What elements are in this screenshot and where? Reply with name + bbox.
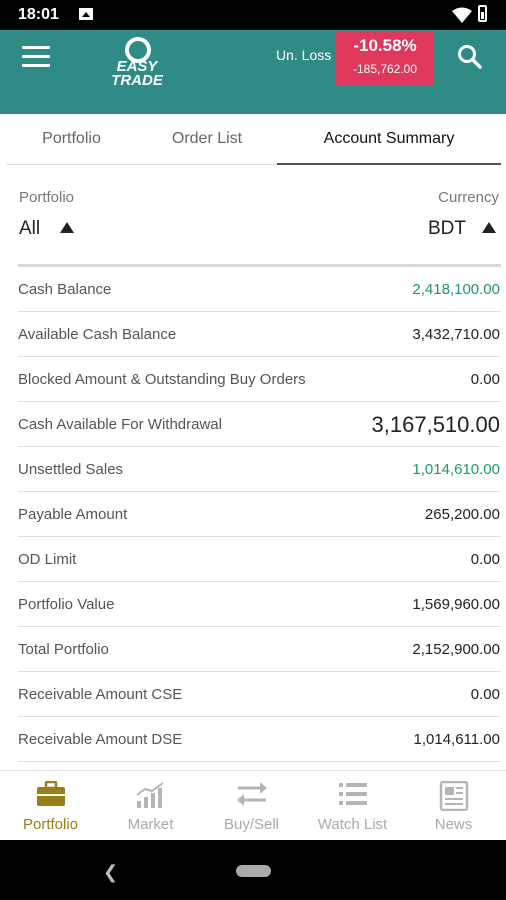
nav-label: Market [127,816,174,833]
summary-row-value: 1,014,610.00 [412,461,500,478]
summary-row: Unsettled Sales 1,014,610.00 [18,447,501,492]
loss-percent: -10.58% [353,36,417,55]
summary-row-value: 1,014,611.00 [413,731,500,748]
currency-filter-label: Currency [438,189,499,206]
search-icon[interactable] [457,44,483,70]
summary-row: Receivable Amount CSE 0.00 [18,672,501,717]
wifi-icon [452,7,472,23]
summary-row: Available Cash Balance 3,432,710.00 [18,312,501,357]
unrealized-loss-label: Un. Loss [276,47,332,63]
summary-row-value: 1,569,960.00 [412,596,500,613]
battery-icon [478,5,487,22]
app-bar: EASY TRADE Un. Loss -10.58% -185,762.00 [0,30,506,114]
summary-row-value: 2,418,100.00 [412,281,500,298]
swap-arrows-icon [236,782,267,806]
summary-row-label: Receivable Amount CSE [18,686,183,703]
portfolio-dropdown-arrow-icon[interactable] [60,222,74,233]
nav-news[interactable]: News [403,771,504,841]
summary-row-value: 0.00 [470,686,500,703]
summary-row-label: Blocked Amount & Outstanding Buy Orders [18,371,306,388]
clock: 18:01 [18,6,59,23]
nav-watch-list[interactable]: Watch List [302,771,403,841]
nav-buy-sell[interactable]: Buy/Sell [201,771,302,841]
summary-row: OD Limit 0.00 [18,537,501,582]
summary-row: Portfolio Value 1,569,960.00 [18,582,501,627]
summary-row-label: Cash Balance [18,281,112,298]
image-notification-icon [79,8,93,20]
summary-row-value: 3,432,710.00 [412,326,500,343]
account-summary-list: Cash Balance 2,418,100.00 Available Cash B… [18,267,501,762]
nav-market[interactable]: Market [100,771,201,841]
home-pill[interactable] [236,865,271,877]
loss-amount: -185,762.00 [352,62,418,76]
summary-row-value: 0.00 [470,551,500,568]
back-icon[interactable]: ❮ [103,862,118,883]
svg-text:TRADE: TRADE [111,72,164,88]
summary-row-label: Cash Available For Withdrawal [18,416,222,433]
summary-row-value: 2,152,900.00 [412,641,500,658]
summary-row: Cash Available For Withdrawal 3,167,510.0… [18,402,501,447]
tab-account-summary[interactable]: Account Summary [277,114,501,164]
summary-row-label: OD Limit [18,551,77,568]
tab-divider [6,164,277,165]
briefcase-icon [36,781,65,806]
menu-icon[interactable] [22,46,50,68]
nav-label: Watch List [317,816,388,833]
summary-row-label: Total Portfolio [18,641,109,658]
summary-row-value: 0.00 [470,371,500,388]
summary-row: Blocked Amount & Outstanding Buy Orders 0… [18,357,501,402]
tab-bar: Portfolio Order List Account Summary [0,114,506,164]
nav-label: Buy/Sell [223,816,280,833]
tab-portfolio[interactable]: Portfolio [6,114,137,164]
summary-row-label: Unsettled Sales [18,461,124,478]
summary-row: Total Portfolio 2,152,900.00 [18,627,501,672]
currency-dropdown-arrow-icon[interactable] [482,222,496,233]
summary-row-value: 3,167,510.00 [371,412,500,437]
summary-row-value: 265,200.00 [424,506,500,523]
unrealized-loss-badge: -10.58% -185,762.00 [336,32,434,86]
list-icon [338,783,367,805]
nav-portfolio[interactable]: Portfolio [0,771,101,841]
bottom-navigation: Portfolio Market Buy/Sell Watch List New… [0,770,506,841]
system-navigation-bar: ❮ [0,840,506,900]
summary-row-label: Available Cash Balance [18,326,177,343]
portfolio-filter-dropdown[interactable]: All [19,218,40,240]
newspaper-icon [439,781,468,811]
summary-row: Cash Balance 2,418,100.00 [18,267,501,312]
summary-row-label: Receivable Amount DSE [18,731,183,748]
summary-row: Payable Amount 265,200.00 [18,492,501,537]
summary-row: Receivable Amount DSE 1,014,611.00 [18,717,501,762]
status-bar: 18:01 [0,0,506,30]
nav-label: Portfolio [22,816,79,833]
summary-row-label: Portfolio Value [18,596,115,613]
nav-label: News [434,816,473,833]
portfolio-filter-label: Portfolio [19,189,75,206]
easy-trade-logo: EASY TRADE [111,37,164,88]
summary-row-label: Payable Amount [18,506,128,523]
tab-order-list[interactable]: Order List [137,114,277,164]
currency-filter-dropdown[interactable]: BDT [428,218,466,240]
active-tab-indicator [277,163,501,165]
bar-chart-icon [135,782,164,808]
